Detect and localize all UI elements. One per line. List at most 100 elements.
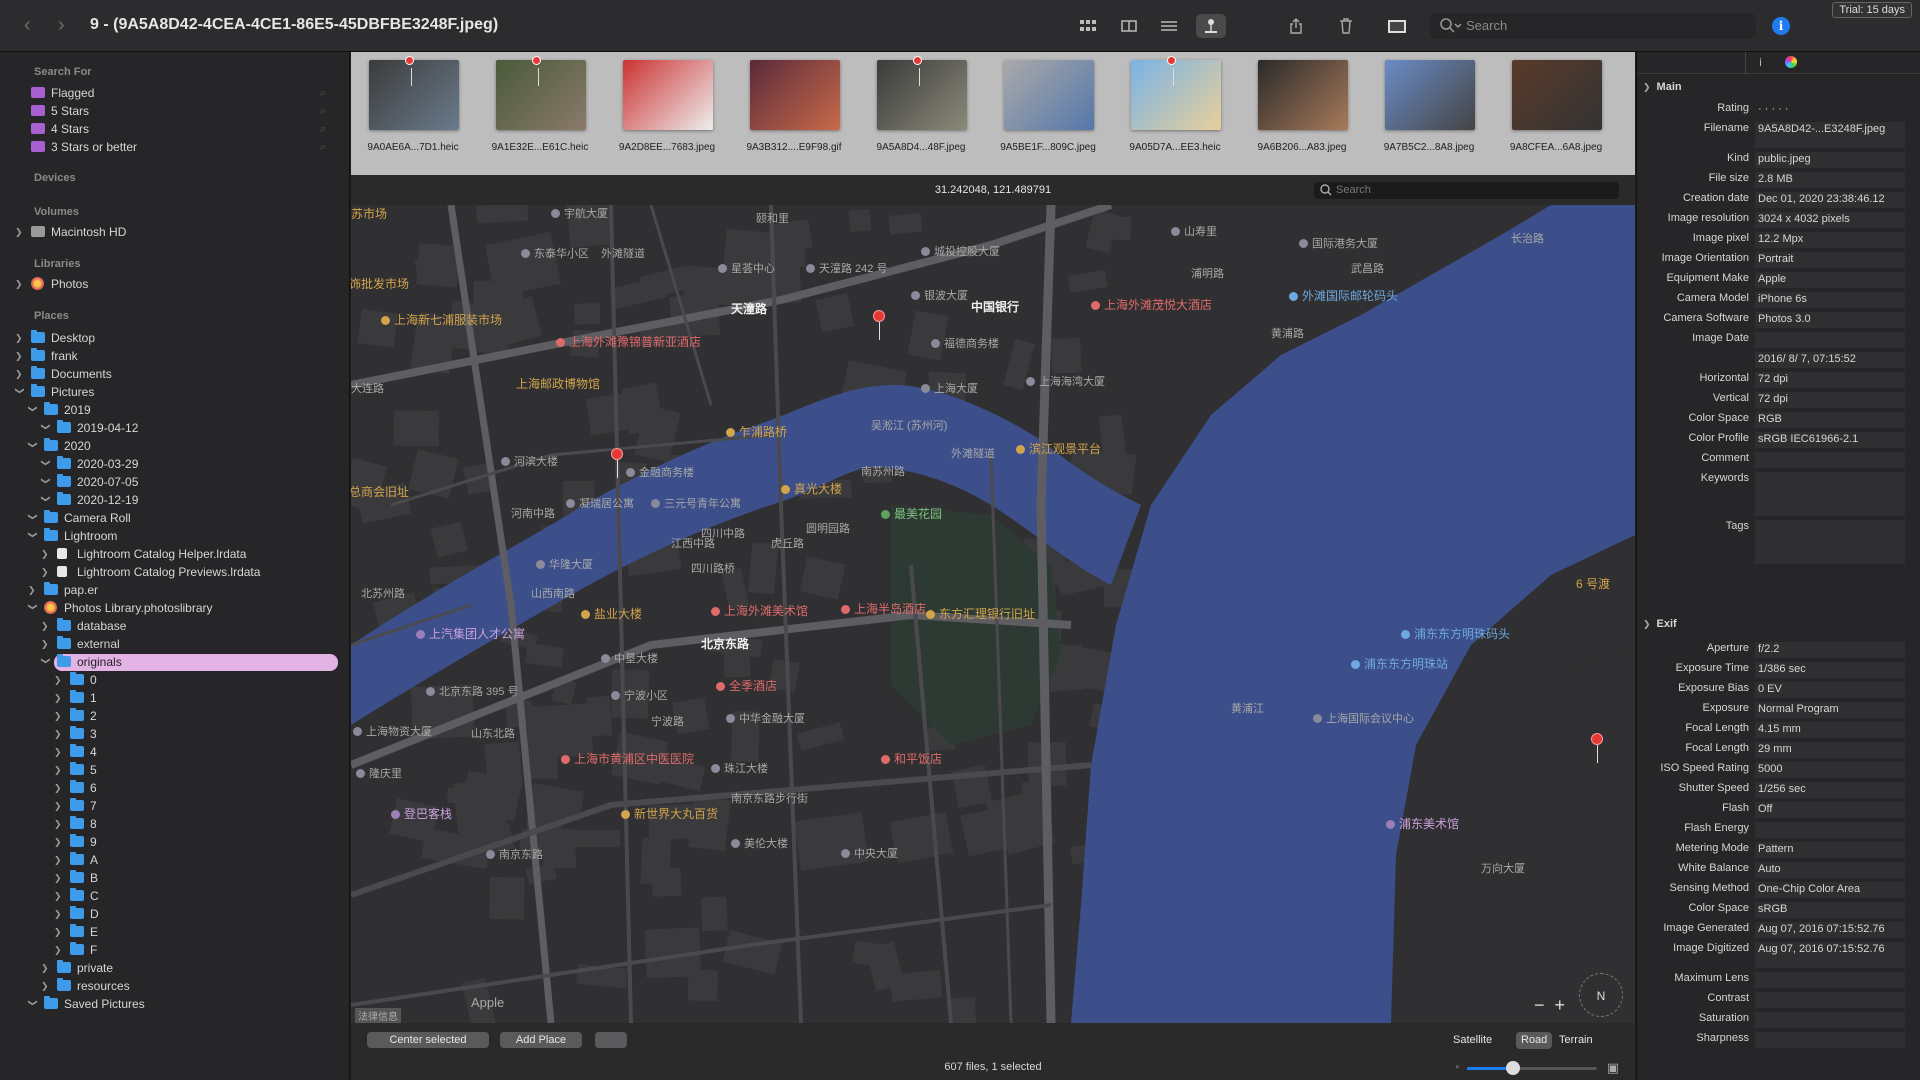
chevron-down-icon[interactable]: ❯ <box>11 387 29 397</box>
field-value[interactable] <box>1755 822 1905 838</box>
field-value[interactable]: Auto <box>1755 862 1905 878</box>
chevron-right-icon[interactable]: ❯ <box>41 959 51 977</box>
map-label[interactable]: 四川路桥 <box>691 560 735 576</box>
map-label[interactable]: 外滩国际邮轮码头 <box>1289 287 1398 304</box>
map-search-input[interactable]: Search <box>1314 182 1619 199</box>
sidebar-item-2019[interactable]: ❯ 2019 <box>0 401 348 419</box>
chevron-right-icon[interactable]: ❯ <box>41 563 51 581</box>
field-value[interactable]: Aug 07, 2016 07:15:52.76 <box>1755 942 1905 968</box>
chevron-down-icon[interactable]: ❯ <box>24 405 42 415</box>
map-label[interactable]: 三元号青年公寓 <box>651 495 741 511</box>
search-icon[interactable]: ⌕ <box>320 138 326 156</box>
map-label[interactable]: 东泰华小区 <box>521 245 589 261</box>
map-label[interactable]: 上海大厦 <box>921 380 978 396</box>
chevron-right-icon[interactable]: ❯ <box>54 689 64 707</box>
field-value[interactable] <box>1755 1012 1905 1028</box>
add-place-button[interactable]: Add Place <box>500 1032 582 1048</box>
map-label[interactable]: 大连路 <box>351 380 384 396</box>
map-label[interactable]: 山西南路 <box>531 585 575 601</box>
chevron-right-icon[interactable]: ❯ <box>15 223 25 241</box>
chevron-right-icon[interactable]: ❯ <box>41 545 51 563</box>
zoom-in-icon[interactable]: + <box>1554 995 1565 1015</box>
filmstrip-thumbnail[interactable]: 9A2D8EE...7683.jpeg <box>611 58 723 154</box>
field-value[interactable]: Pattern <box>1755 842 1905 858</box>
map-label[interactable]: 河滨大楼 <box>501 453 558 469</box>
map-label[interactable]: 上海海湾大厦 <box>1026 373 1105 389</box>
map-label[interactable]: 中垦大楼 <box>601 650 658 666</box>
sidebar-item-camera-roll[interactable]: ❯ Camera Roll <box>0 509 348 527</box>
map-label[interactable]: 南苏州路 <box>861 463 905 479</box>
sidebar-item-macintosh-hd[interactable]: ❯ Macintosh HD <box>0 223 348 241</box>
map-label[interactable]: 浦明路 <box>1191 265 1224 281</box>
field-value[interactable]: 0 EV <box>1755 682 1905 698</box>
sidebar-item-frank[interactable]: ❯ frank <box>0 347 348 365</box>
map-label[interactable]: 南京东路步行街 <box>731 790 808 806</box>
field-value[interactable]: iPhone 6s <box>1755 292 1905 308</box>
map-label[interactable]: 中华金融大厦 <box>726 710 805 726</box>
sidebar-item-private[interactable]: ❯ private <box>0 959 348 977</box>
sidebar-item-documents[interactable]: ❯ Documents <box>0 365 348 383</box>
map-label[interactable]: 盐业大楼 <box>581 605 642 622</box>
sidebar-item-2020-07-05[interactable]: ❯ 2020-07-05 <box>0 473 348 491</box>
chevron-down-icon[interactable]: ❯ <box>24 603 42 613</box>
chevron-down-icon[interactable]: ❯ <box>37 423 55 433</box>
photo-location-pin[interactable] <box>1591 733 1603 763</box>
map-label[interactable]: 武昌路 <box>1351 260 1384 276</box>
field-value[interactable] <box>1755 972 1905 988</box>
chevron-right-icon[interactable]: ❯ <box>54 815 64 833</box>
filmstrip-thumbnail[interactable]: 9A05D7A...EE3.heic <box>1119 56 1231 154</box>
field-value[interactable]: 72 dpi <box>1755 372 1905 388</box>
map-label[interactable]: 星荟中心 <box>718 260 775 276</box>
map-label[interactable]: 城投控股大厦 <box>921 243 1000 259</box>
filmstrip-view-button[interactable] <box>1114 14 1144 38</box>
filmstrip-thumbnail[interactable]: 9A8CFEA...6A8.jpeg <box>1500 58 1612 154</box>
map-label[interactable]: 北京东路 <box>701 635 749 652</box>
chevron-right-icon[interactable]: ❯ <box>15 365 25 383</box>
grid-view-button[interactable] <box>1073 14 1103 38</box>
legal-link[interactable]: 法律信息 <box>355 1008 401 1023</box>
chevron-right-icon[interactable]: ❯ <box>54 833 64 851</box>
field-value[interactable]: 5000 <box>1755 762 1905 778</box>
sidebar-item-lightroom-catalog-previews-lrdata[interactable]: ❯ Lightroom Catalog Previews.lrdata <box>0 563 348 581</box>
field-value[interactable]: Aug 07, 2016 07:15:52.76 <box>1755 922 1905 938</box>
search-icon[interactable]: ⌕ <box>320 84 326 102</box>
sidebar-item-desktop[interactable]: ❯ Desktop <box>0 329 348 347</box>
sidebar-item-c[interactable]: ❯ C <box>0 887 348 905</box>
map-label[interactable]: 美伦大楼 <box>731 835 788 851</box>
field-value[interactable]: Photos 3.0 <box>1755 312 1905 328</box>
map-label[interactable]: 外滩隧道 <box>601 245 645 261</box>
sidebar-item-resources[interactable]: ❯ resources <box>0 977 348 995</box>
filmstrip-thumbnail[interactable]: 9A5BE1F...809C.jpeg <box>992 58 1104 154</box>
field-value[interactable] <box>1755 452 1905 468</box>
search-icon[interactable]: ⌕ <box>320 120 326 138</box>
center-selected-button[interactable]: Center selected <box>367 1032 489 1048</box>
chevron-right-icon[interactable]: ❯ <box>54 707 64 725</box>
sidebar-item-saved-pictures[interactable]: ❯ Saved Pictures <box>0 995 348 1013</box>
sidebar-item-3[interactable]: ❯ 3 <box>0 725 348 743</box>
chevron-right-icon[interactable]: ❯ <box>54 761 64 779</box>
map-label[interactable]: 天潼路 242 号 <box>806 260 887 276</box>
filmstrip-thumbnail[interactable]: 9A6B206...A83.jpeg <box>1246 58 1358 154</box>
field-value[interactable] <box>1755 332 1905 348</box>
info-tab-icon[interactable]: ⅰ <box>1759 56 1762 69</box>
filmstrip-thumbnail[interactable]: 9A0AE6A...7D1.heic <box>357 56 469 154</box>
section-main-header[interactable]: ❯ Main <box>1643 81 1682 93</box>
sidebar-item-photos[interactable]: ❯ Photos <box>0 275 348 293</box>
sidebar-item-9[interactable]: ❯ 9 <box>0 833 348 851</box>
chevron-right-icon[interactable]: ❯ <box>41 617 51 635</box>
more-button[interactable] <box>595 1032 627 1048</box>
field-value[interactable]: public.jpeg <box>1755 152 1905 168</box>
map-label[interactable]: 上海外滩茂悦大酒店 <box>1091 296 1212 313</box>
map-view-button[interactable] <box>1196 14 1226 38</box>
chevron-down-icon[interactable]: ❯ <box>37 657 55 667</box>
field-value[interactable]: One-Chip Color Area <box>1755 882 1905 898</box>
map-label[interactable]: 外滩隧道 <box>951 445 995 461</box>
slider-knob[interactable] <box>1505 1061 1520 1075</box>
sidebar-item-5[interactable]: ❯ 5 <box>0 761 348 779</box>
field-value[interactable]: f/2.2 <box>1755 642 1905 658</box>
forward-arrow-icon[interactable]: › <box>58 14 65 37</box>
map-label[interactable]: 江西中路 <box>671 535 715 551</box>
map-label[interactable]: 饰批发市场 <box>351 275 409 292</box>
chevron-down-icon[interactable]: ❯ <box>37 477 55 487</box>
chevron-right-icon[interactable]: ❯ <box>54 797 64 815</box>
